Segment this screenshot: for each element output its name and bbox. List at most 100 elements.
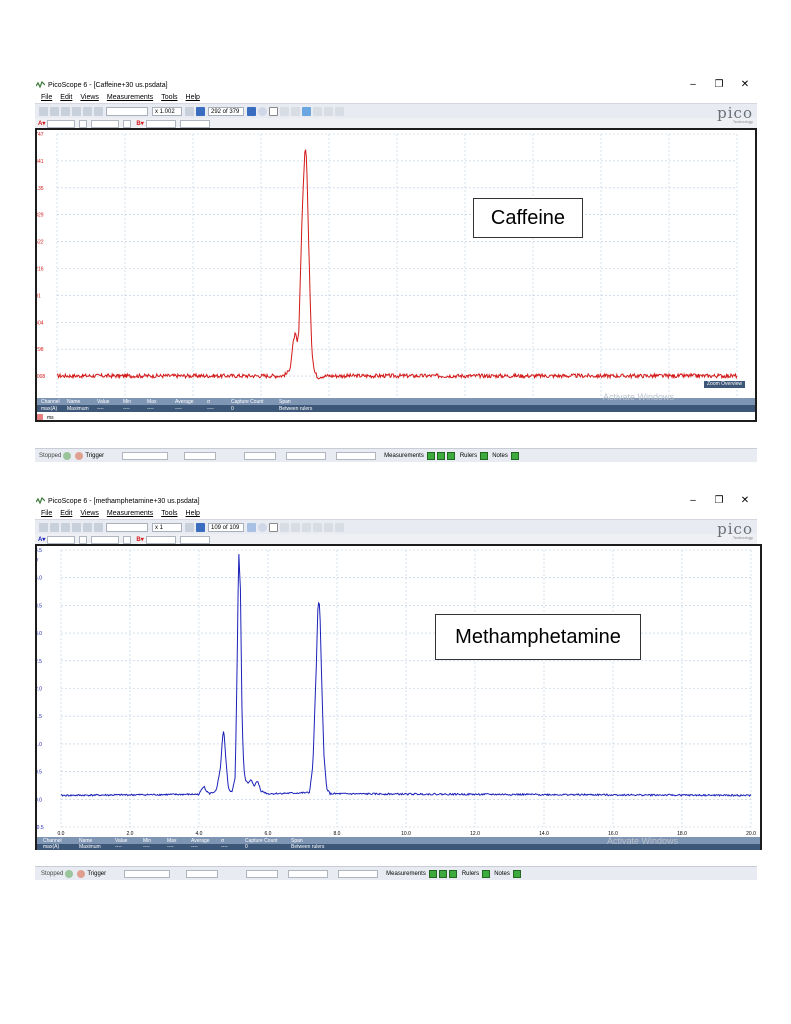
notes-toggle-icon[interactable] (510, 451, 519, 460)
zoom-in-icon[interactable] (291, 106, 300, 116)
pointer-tool-icon[interactable] (269, 522, 278, 532)
restore-icon[interactable]: ❐ (713, 495, 725, 507)
zoom-in-icon[interactable] (291, 522, 300, 532)
zoom-to-fit-icon[interactable] (335, 106, 344, 116)
channel-b-coupling[interactable] (179, 119, 210, 128)
channel-a-coupling-dropdown[interactable] (123, 535, 132, 544)
zoom-area-icon[interactable] (302, 522, 311, 532)
add-measurement-icon[interactable] (426, 451, 435, 460)
channel-a-coupling-dropdown[interactable] (123, 119, 132, 128)
menu-edit[interactable]: Edit (60, 94, 72, 101)
title-bar[interactable]: PicoScope 6 - [Caffeine+30 us.psdata] – … (35, 78, 757, 92)
notes-toggle-icon[interactable] (512, 869, 521, 878)
pre-trigger-field[interactable] (336, 451, 377, 460)
spectrum-mode-icon[interactable] (61, 522, 70, 532)
add-measurement-icon[interactable] (428, 869, 437, 878)
delete-measurement-icon[interactable] (446, 451, 455, 460)
channel-a-range-dropdown[interactable] (79, 535, 88, 544)
pre-trigger-field[interactable] (338, 869, 379, 878)
buffer-navigator[interactable]: 109 of 109 (208, 522, 244, 532)
home-icon[interactable] (94, 522, 103, 532)
channel-b-range[interactable] (145, 119, 176, 128)
menu-measurements[interactable]: Measurements (107, 94, 153, 101)
zoom-stepper[interactable] (185, 522, 194, 532)
menu-edit[interactable]: Edit (60, 510, 72, 517)
stop-button[interactable] (77, 869, 86, 878)
scope-view[interactable]: 2.747 2.441 2.135 1.829 1.522 1.216 0.91 0.604 0… (35, 128, 757, 422)
zoom-out-icon[interactable] (313, 522, 322, 532)
hand-tool-icon[interactable] (280, 522, 289, 532)
trigger-level-field[interactable] (246, 869, 279, 878)
next-buffer-icon[interactable] (247, 106, 256, 116)
serial-decode-icon[interactable] (72, 522, 81, 532)
timebase-select[interactable] (106, 106, 148, 116)
channel-a-range[interactable] (47, 535, 76, 544)
menu-views[interactable]: Views (80, 94, 99, 101)
scope-mode-icon[interactable] (39, 106, 48, 116)
restore-icon[interactable]: ❐ (713, 79, 725, 91)
trigger-mode-select[interactable] (122, 451, 169, 460)
start-button[interactable] (63, 451, 72, 460)
buffer-overview-icon[interactable] (258, 522, 267, 532)
close-icon[interactable]: ✕ (739, 79, 751, 91)
edit-measurement-icon[interactable] (438, 869, 447, 878)
menu-file[interactable]: File (41, 510, 52, 517)
zoom-to-fit-icon[interactable] (335, 522, 344, 532)
title-bar[interactable]: PicoScope 6 - [methamphetamine+30 us.psd… (35, 494, 757, 508)
minimize-icon[interactable]: – (687, 79, 699, 91)
channel-b-icon[interactable]: B▾ (136, 536, 143, 543)
close-icon[interactable]: ✕ (739, 495, 751, 507)
zoom-field[interactable]: x 1.002 (152, 106, 182, 116)
next-buffer-icon[interactable] (247, 522, 256, 532)
scope-mode-icon[interactable] (39, 522, 48, 532)
trigger-source-select[interactable] (184, 451, 217, 460)
waveform-plot[interactable]: 2.747 2.441 2.135 1.829 1.522 1.216 0.91 0.604 0… (37, 130, 755, 420)
serial-decode-icon[interactable] (72, 106, 81, 116)
persistence-mode-icon[interactable] (50, 522, 59, 532)
rulers-toggle-icon[interactable] (480, 451, 489, 460)
edit-measurement-icon[interactable] (436, 451, 445, 460)
channel-a-icon[interactable]: A▾ (38, 536, 45, 543)
stop-button[interactable] (75, 451, 84, 460)
pointer-tool-icon[interactable] (269, 106, 278, 116)
settings-icon[interactable] (83, 522, 92, 532)
zoom-area-icon[interactable] (302, 106, 311, 116)
prev-buffer-icon[interactable] (196, 522, 205, 532)
channel-a-coupling[interactable] (91, 535, 120, 544)
home-icon[interactable] (94, 106, 103, 116)
trigger-position-field[interactable] (288, 869, 329, 878)
menu-help[interactable]: Help (186, 94, 200, 101)
menu-file[interactable]: File (41, 94, 52, 101)
trigger-level-field[interactable] (244, 451, 277, 460)
minimize-icon[interactable]: – (687, 495, 699, 507)
zoom-stepper[interactable] (185, 106, 194, 116)
channel-a-range[interactable] (47, 119, 76, 128)
buffer-overview-icon[interactable] (258, 106, 267, 116)
zoom-field[interactable]: x 1 (152, 522, 182, 532)
channel-b-icon[interactable]: B▾ (136, 120, 143, 127)
hand-tool-icon[interactable] (280, 106, 289, 116)
trigger-position-field[interactable] (286, 451, 327, 460)
waveform-plot[interactable]: 4.54.03.53.02.52.01.51.00.50.0-0.5V0.02.… (37, 546, 760, 848)
measurements-table-row[interactable]: max(A) Maximum ---- ---- ---- ---- ---- … (37, 405, 755, 412)
spectrum-mode-icon[interactable] (61, 106, 70, 116)
undo-zoom-icon[interactable] (324, 522, 333, 532)
settings-icon[interactable] (83, 106, 92, 116)
trigger-source-select[interactable] (186, 869, 219, 878)
menu-tools[interactable]: Tools (161, 94, 177, 101)
timebase-select[interactable] (106, 522, 148, 532)
delete-measurement-icon[interactable] (448, 869, 457, 878)
menu-tools[interactable]: Tools (161, 510, 177, 517)
zoom-overview-panel[interactable]: Zoom Overview (703, 381, 745, 388)
prev-buffer-icon[interactable] (196, 106, 205, 116)
rulers-toggle-icon[interactable] (482, 869, 491, 878)
menu-views[interactable]: Views (80, 510, 99, 517)
channel-b-range[interactable] (145, 535, 176, 544)
start-button[interactable] (65, 869, 74, 878)
channel-a-icon[interactable]: A▾ (38, 120, 45, 127)
channel-a-range-dropdown[interactable] (79, 119, 88, 128)
menu-help[interactable]: Help (186, 510, 200, 517)
undo-zoom-icon[interactable] (324, 106, 333, 116)
channel-b-coupling[interactable] (179, 535, 210, 544)
persistence-mode-icon[interactable] (50, 106, 59, 116)
